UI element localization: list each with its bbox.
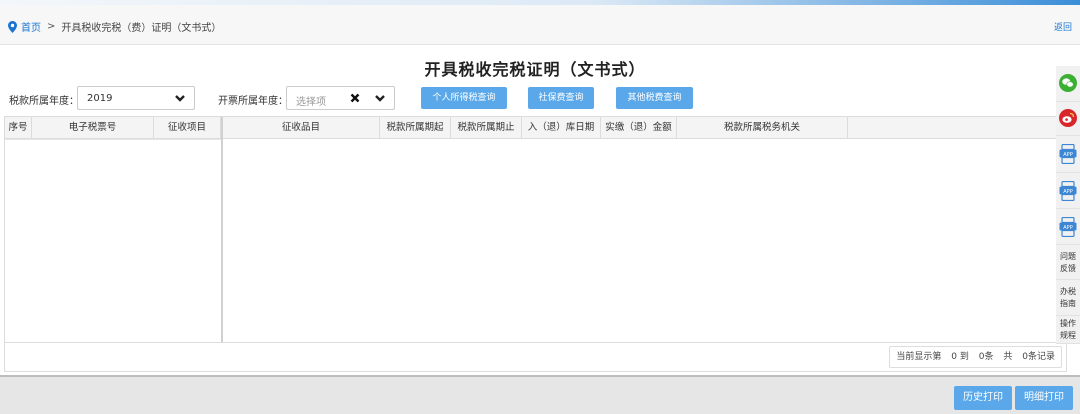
col-header-paid-amount[interactable]: 实缴（退）金额 <box>601 117 677 139</box>
col-header-index[interactable]: 序号 <box>5 117 32 139</box>
invoice-year-label: 开票所属年度： <box>218 96 288 107</box>
weibo-icon <box>1059 109 1077 127</box>
rail-app-2[interactable]: APP <box>1056 173 1080 209</box>
footer-bar: 历史打印 明细打印 <box>0 375 1080 414</box>
feedback-line-2: 反馈 <box>1060 264 1076 273</box>
rail-feedback[interactable]: 问题 反馈 <box>1056 245 1080 280</box>
col-header-levy-item[interactable]: 征收项目 <box>154 117 221 139</box>
rail-guide[interactable]: 办税 指南 <box>1056 280 1080 316</box>
tax-certificate-table: 序号 电子税票号 征收项目 征收品目 税款所属期起 税款所属期止 入（退）库日期… <box>4 116 1067 343</box>
pagination-total: 0条记录 <box>1022 352 1055 362</box>
back-link[interactable]: 返回 <box>1054 20 1072 33</box>
chevron-down-icon <box>375 95 385 102</box>
app-download-icon: APP <box>1059 144 1077 164</box>
filter-row: 税款所属年度： 2019 开票所属年度： 选择项 个人所得税查询 社保费查询 其… <box>9 86 1049 110</box>
col-header-ticket-number[interactable]: 电子税票号 <box>32 117 154 139</box>
page-title: 开具税收完税证明（文书式） <box>424 60 646 79</box>
rail-wechat[interactable] <box>1056 66 1080 102</box>
pagination-to: 0条 <box>978 352 994 362</box>
rules-line-2: 规程 <box>1060 331 1076 340</box>
social-security-button[interactable]: 社保费查询 <box>528 87 594 109</box>
chevron-down-icon <box>175 95 185 102</box>
app-download-icon: APP <box>1059 181 1077 201</box>
breadcrumb-separator: > <box>47 21 56 32</box>
location-pin-icon <box>8 20 17 33</box>
col-header-period-start[interactable]: 税款所属期起 <box>380 117 451 139</box>
invoice-year-select[interactable]: 选择项 <box>286 86 395 110</box>
pagination-info: 当前显示第 0 到 0条 共 0条记录 <box>889 346 1062 368</box>
col-header-levy-category[interactable]: 征收品目 <box>223 117 380 139</box>
other-tax-button[interactable]: 其他税费查询 <box>616 87 693 109</box>
rail-weibo[interactable] <box>1056 102 1080 136</box>
detail-print-button[interactable]: 明细打印 <box>1015 386 1073 410</box>
pagination-total-prefix: 共 <box>1003 352 1013 362</box>
col-header-tax-authority[interactable]: 税款所属税务机关 <box>677 117 848 139</box>
frozen-columns-divider <box>221 117 223 343</box>
history-print-button[interactable]: 历史打印 <box>954 386 1012 410</box>
table-header: 序号 电子税票号 征收项目 征收品目 税款所属期起 税款所属期止 入（退）库日期… <box>5 117 1066 139</box>
pagination-from: 0 到 <box>951 352 969 362</box>
rail-rules[interactable]: 操作 规程 <box>1056 316 1080 344</box>
rail-app-1[interactable]: APP <box>1056 136 1080 173</box>
breadcrumb-bar: 首页 > 开具税收完税（费）证明（文书式） 返回 <box>0 5 1080 45</box>
rules-line-1: 操作 <box>1060 319 1076 328</box>
invoice-year-placeholder: 选择项 <box>296 97 326 108</box>
clear-icon[interactable] <box>350 93 360 103</box>
col-header-period-end[interactable]: 税款所属期止 <box>451 117 522 139</box>
guide-line-2: 指南 <box>1060 299 1076 308</box>
tax-year-value: 2019 <box>87 93 113 104</box>
feedback-line-1: 问题 <box>1060 252 1076 261</box>
tax-year-select[interactable]: 2019 <box>77 86 195 110</box>
tax-year-label: 税款所属年度： <box>9 96 79 107</box>
app-download-icon: APP <box>1059 217 1077 237</box>
guide-line-1: 办税 <box>1060 287 1076 296</box>
personal-income-tax-button[interactable]: 个人所得税查询 <box>421 87 507 109</box>
breadcrumb-home-link[interactable]: 首页 <box>21 19 41 34</box>
breadcrumb-current: 开具税收完税（费）证明（文书式） <box>61 23 222 34</box>
frozen-row-divider <box>5 139 221 140</box>
pagination-prefix: 当前显示第 <box>896 352 942 362</box>
col-header-storage-date[interactable]: 入（退）库日期 <box>522 117 601 139</box>
pagination-bar: 当前显示第 0 到 0条 共 0条记录 <box>4 342 1067 372</box>
wechat-icon <box>1059 74 1077 92</box>
rail-app-3[interactable]: APP <box>1056 209 1080 245</box>
breadcrumb: 首页 > 开具税收完税（费）证明（文书式） <box>8 19 221 34</box>
